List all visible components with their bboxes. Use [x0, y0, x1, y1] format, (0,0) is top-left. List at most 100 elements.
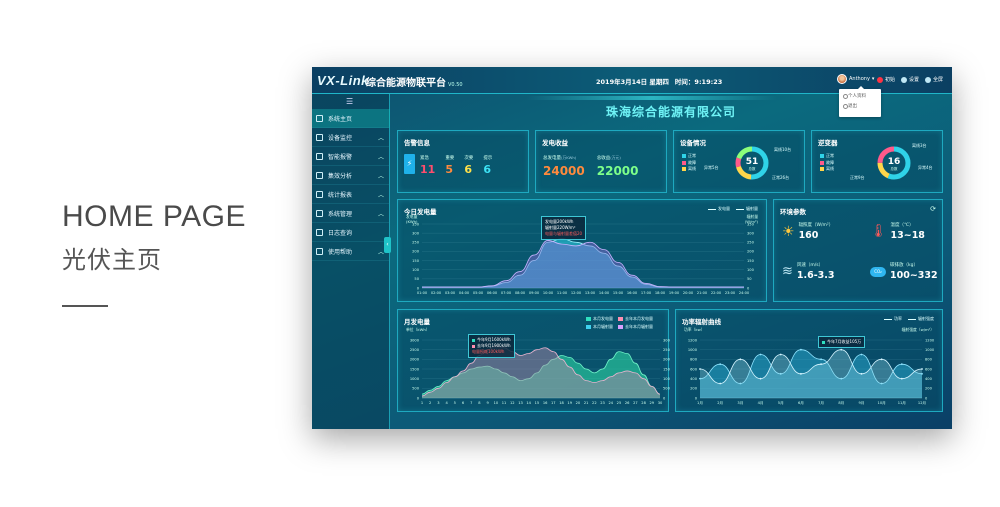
menu-icon[interactable]: ☰: [346, 97, 353, 106]
user-menu-trigger[interactable]: Anthony ▾: [837, 74, 874, 84]
x-tick-label: 4月: [758, 400, 764, 405]
x-tick-label: 15: [535, 401, 540, 405]
y-tick-label: 1000: [410, 377, 420, 381]
sidebar-item-home[interactable]: 系统主页: [312, 109, 390, 128]
chevron-up-icon: ︿: [377, 210, 384, 218]
power-radiation-chart: 0 0 200 200 400 400 600 600 800 800 1000 1000 1200 12…: [688, 338, 935, 405]
y-tick-label: 100: [412, 268, 420, 272]
sidebar-item-label: 使用帮助: [328, 248, 353, 256]
carbon-item: CO₂ 碳排放（kg） 100~332: [870, 262, 938, 281]
generation-label: 总发电量: [543, 156, 561, 161]
x-tick-label: 11月: [898, 400, 906, 405]
x-tick-label: 12:00: [571, 291, 582, 295]
y-tick-label: 200: [690, 387, 698, 391]
y-tick-label: 2000: [410, 358, 420, 362]
y-right-tick-label: 3000: [663, 338, 670, 342]
alarm-hint[interactable]: 提示 6: [483, 155, 492, 176]
chevron-up-icon: ︿: [377, 153, 384, 161]
x-tick-label: 28: [641, 401, 646, 405]
x-tick-label: 14: [526, 401, 531, 405]
tooltip-swatch: [822, 340, 825, 344]
fullscreen-button[interactable]: 全屏: [925, 76, 943, 83]
y-right-tick-label: 250: [747, 241, 755, 245]
x-tick-label: 14:00: [599, 291, 610, 295]
data-point: [880, 358, 883, 361]
sidebar-item-analysis[interactable]: 集效分析 ︿: [312, 166, 390, 185]
power-radiation-panel: 功率辐射曲线 功率 辐射强度 功率（kw） 辐射强度（w/m²） 0 0 200 20…: [675, 309, 943, 412]
x-tick-label: 1: [421, 401, 423, 405]
inverter-legend: 正常 故障 离线: [820, 153, 834, 173]
dashboard-screen: VX-Link 综合能源物联平台 V0.50 2019年3月14日 星期四 时间：9…: [312, 67, 952, 429]
x-tick-label: 24:00: [739, 291, 750, 295]
sidebar-item-reports[interactable]: 统计报表 ︿: [312, 185, 390, 204]
y-tick-label: 1200: [688, 338, 698, 342]
settings-button[interactable]: 设置: [901, 76, 919, 83]
env-label: 温度（℃）: [890, 223, 914, 228]
fullscreen-icon: [925, 76, 932, 83]
env-value: 1.6-3.3: [796, 270, 835, 281]
sidebar-item-label: 日志查询: [328, 229, 353, 237]
sidebar-item-system[interactable]: 系统管理 ︿: [312, 204, 390, 223]
page-caption: HOME PAGE 光伏主页: [62, 200, 246, 307]
irradiance-item: ☀ 辐照度（W/m²） 160: [782, 222, 833, 241]
profile-menu-item[interactable]: 个人资料: [839, 89, 881, 99]
y-right-tick-label: 0: [663, 396, 666, 400]
x-tick-label: 29: [650, 401, 655, 405]
y-right-tick-label: 1500: [663, 367, 670, 371]
devices-total: 51: [746, 157, 759, 167]
data-point: [800, 372, 802, 375]
sidebar-item-help[interactable]: 使用帮助 ︿: [312, 242, 390, 261]
env-value: 160: [798, 230, 819, 241]
revenue-value: 22000: [596, 164, 639, 178]
alarm-urgent[interactable]: 紧急 11: [420, 155, 435, 176]
alarm-minor[interactable]: 次要 6: [464, 155, 473, 176]
tooltip-swatch: [472, 344, 475, 348]
sidebar-item-monitor[interactable]: 设备监控 ︿: [312, 128, 390, 147]
logout-menu-item[interactable]: 退出: [839, 99, 881, 109]
x-tick-label: 08:00: [515, 291, 526, 295]
devices-donut: 51 总数: [735, 146, 769, 180]
notification-button[interactable]: 初始: [877, 76, 895, 83]
alarm-counts: 紧急 11 重要 5 次要 6 提示 6: [420, 155, 492, 176]
data-point: [800, 348, 802, 351]
y-right-tick-label: 1200: [925, 338, 935, 342]
x-tick-label: 16:00: [627, 291, 638, 295]
x-tick-label: 12月: [918, 400, 926, 405]
user-name: Anthony: [849, 76, 870, 82]
x-tick-label: 2月: [717, 400, 723, 405]
sidebar-item-alarm[interactable]: 智能报警 ︿: [312, 147, 390, 166]
y-tick-label: 50: [414, 277, 419, 281]
refresh-icon[interactable]: ⟳: [930, 205, 936, 213]
x-tick-label: 01:00: [417, 291, 428, 295]
tooltip-warning: 电量损耗100kWh: [472, 349, 505, 354]
platform-title: 综合能源物联平台 V0.50: [366, 74, 463, 89]
current-date: 2019年3月14日 星期四: [596, 78, 669, 86]
avatar: [837, 74, 847, 84]
alarm-panel: 告警信息 ⚡ 紧急 11 重要 5 次要 6 提示 6: [397, 130, 529, 193]
data-point: [860, 372, 863, 375]
x-tick-label: 6月: [798, 400, 804, 405]
device-callout: 离线10台: [774, 147, 792, 152]
x-tick-label: 21:00: [697, 291, 708, 295]
sidebar-item-logs[interactable]: 日志查询: [312, 223, 390, 242]
x-tick-label: 9: [487, 401, 490, 405]
alarm-important[interactable]: 重要 5: [445, 155, 454, 176]
sidebar-collapse-button[interactable]: ‹: [384, 237, 391, 253]
fullscreen-label: 全屏: [933, 77, 944, 83]
generation-values: 总发电量(万KWh) 24000 总收益(万元) 22000: [543, 155, 639, 178]
alarm-count: 5: [445, 163, 453, 176]
y-right-tick-label: 500: [663, 387, 670, 391]
legend-swatch: [820, 154, 824, 158]
generation-value: 24000: [543, 164, 585, 178]
inverter-total-label: 总数: [891, 166, 899, 171]
x-tick-label: 16: [543, 401, 548, 405]
y-right-tick-label: 200: [925, 387, 933, 391]
tooltip-warning: 电量与辐射量差值20: [545, 231, 583, 236]
y-right-tick-label: 0: [747, 286, 750, 290]
y-tick-label: 2500: [410, 348, 420, 352]
y-tick-label: 1500: [410, 367, 420, 371]
settings-label: 设置: [909, 77, 920, 83]
cloud-co2-icon: CO₂: [870, 266, 886, 277]
y-right-tick-label: 2000: [663, 358, 670, 362]
inverter-callout: 离线3台: [912, 143, 927, 148]
